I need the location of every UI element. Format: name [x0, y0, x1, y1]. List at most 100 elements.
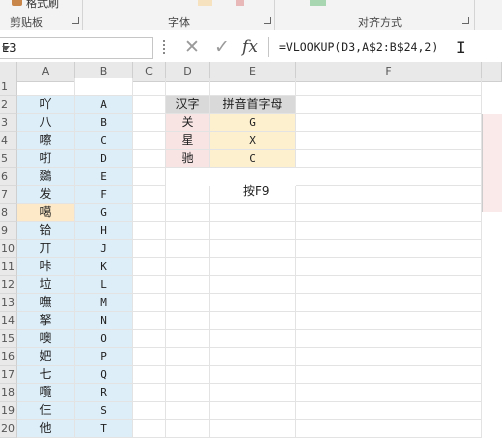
cell-a[interactable]: 他: [17, 420, 75, 438]
cell-a[interactable]: 发: [17, 186, 75, 204]
lookup-char-cell[interactable]: 星: [166, 132, 210, 150]
cell-e[interactable]: [210, 222, 296, 240]
cell-b[interactable]: P: [75, 348, 133, 366]
cell-b[interactable]: G: [75, 204, 133, 222]
row-header[interactable]: 8: [0, 204, 17, 222]
fill-color-chip[interactable]: [198, 0, 212, 6]
cell-a[interactable]: 吖: [17, 96, 75, 114]
cell-f[interactable]: [296, 330, 482, 348]
cell-a[interactable]: 妑: [17, 348, 75, 366]
cell-c[interactable]: [133, 96, 166, 114]
cell-c[interactable]: [133, 384, 166, 402]
cell-b[interactable]: Q: [75, 366, 133, 384]
cell-c[interactable]: [133, 222, 166, 240]
cell-b[interactable]: T: [75, 420, 133, 438]
cell-a[interactable]: [17, 78, 75, 96]
row-header[interactable]: 9: [0, 222, 17, 240]
cell-a[interactable]: 咑: [17, 150, 75, 168]
cell-e[interactable]: [210, 348, 296, 366]
cell-c[interactable]: [133, 240, 166, 258]
cell-b[interactable]: O: [75, 330, 133, 348]
cell-f[interactable]: [296, 114, 482, 132]
lookup-header-char[interactable]: 汉字: [166, 96, 210, 114]
row-header[interactable]: 5: [0, 150, 17, 168]
cell-d[interactable]: [166, 366, 210, 384]
row-header[interactable]: 4: [0, 132, 17, 150]
cell-e[interactable]: [210, 420, 296, 438]
wrap-text-chip[interactable]: [310, 0, 326, 6]
cell-f[interactable]: [296, 402, 482, 420]
row-header[interactable]: 18: [0, 384, 17, 402]
lookup-initial-cell[interactable]: X: [210, 132, 296, 150]
row-header[interactable]: 1: [0, 78, 17, 96]
row-header[interactable]: 12: [0, 276, 17, 294]
cell-a[interactable]: 仨: [17, 402, 75, 420]
cell-d[interactable]: [166, 312, 210, 330]
cell-b[interactable]: L: [75, 276, 133, 294]
cell-a[interactable]: 嚓: [17, 132, 75, 150]
row-header[interactable]: 3: [0, 114, 17, 132]
cell-d[interactable]: [166, 204, 210, 222]
cell-e[interactable]: [210, 312, 296, 330]
cell-e[interactable]: [210, 276, 296, 294]
alignment-launcher-icon[interactable]: [462, 17, 469, 24]
row-header[interactable]: 10: [0, 240, 17, 258]
cell-b[interactable]: C: [75, 132, 133, 150]
row-header[interactable]: 16: [0, 348, 17, 366]
cell-f[interactable]: [296, 168, 482, 186]
formula-bar-grip[interactable]: [163, 40, 165, 54]
row-header[interactable]: 7: [0, 186, 17, 204]
cell-c[interactable]: [133, 186, 166, 204]
cell-d[interactable]: [166, 420, 210, 438]
cell-e[interactable]: [210, 78, 296, 96]
cell-d[interactable]: [166, 186, 210, 204]
cell-a[interactable]: 铪: [17, 222, 75, 240]
cell-a[interactable]: 嘸: [17, 294, 75, 312]
cell-b[interactable]: J: [75, 240, 133, 258]
cell-d[interactable]: [166, 402, 210, 420]
cell-f[interactable]: [296, 420, 482, 438]
row-header[interactable]: 13: [0, 294, 17, 312]
cell-c[interactable]: [133, 312, 166, 330]
cell-c[interactable]: [133, 204, 166, 222]
cancel-icon[interactable]: ✕: [180, 36, 204, 58]
cell-f[interactable]: [296, 294, 482, 312]
font-color-chip[interactable]: [236, 0, 244, 6]
row-header[interactable]: 14: [0, 312, 17, 330]
cell-c[interactable]: [133, 132, 166, 150]
cell-b[interactable]: F: [75, 186, 133, 204]
cell-d[interactable]: [166, 258, 210, 276]
row-header[interactable]: 6: [0, 168, 17, 186]
format-painter-icon[interactable]: [12, 0, 22, 6]
font-launcher-icon[interactable]: [264, 17, 271, 24]
cell-f[interactable]: [296, 312, 482, 330]
row-header[interactable]: 17: [0, 366, 17, 384]
cell-f[interactable]: [296, 150, 482, 168]
cell-f[interactable]: [296, 96, 482, 114]
cell-f[interactable]: [296, 258, 482, 276]
cell-c[interactable]: [133, 114, 166, 132]
lookup-initial-cell[interactable]: C: [210, 150, 296, 168]
cell-a[interactable]: 七: [17, 366, 75, 384]
cell-f[interactable]: [296, 78, 482, 96]
cell-d[interactable]: [166, 78, 210, 96]
cell-f[interactable]: [296, 186, 482, 204]
cell-f[interactable]: [296, 222, 482, 240]
cell-f[interactable]: [296, 240, 482, 258]
row-header[interactable]: 11: [0, 258, 17, 276]
cell-e[interactable]: [210, 402, 296, 420]
cell-c[interactable]: [133, 402, 166, 420]
cell-a[interactable]: 鵽: [17, 168, 75, 186]
cell-f[interactable]: [296, 204, 482, 222]
lookup-char-cell[interactable]: 驰: [166, 150, 210, 168]
cell-b[interactable]: E: [75, 168, 133, 186]
column-header-g[interactable]: [482, 62, 502, 82]
cell-e[interactable]: [210, 240, 296, 258]
cell-b[interactable]: [75, 78, 133, 96]
clipboard-launcher-icon[interactable]: [72, 17, 79, 24]
chevron-down-icon[interactable]: [2, 46, 10, 51]
name-box[interactable]: E3: [0, 37, 153, 59]
cell-c[interactable]: [133, 168, 166, 186]
cell-a[interactable]: 垃: [17, 276, 75, 294]
cell-f[interactable]: [296, 384, 482, 402]
